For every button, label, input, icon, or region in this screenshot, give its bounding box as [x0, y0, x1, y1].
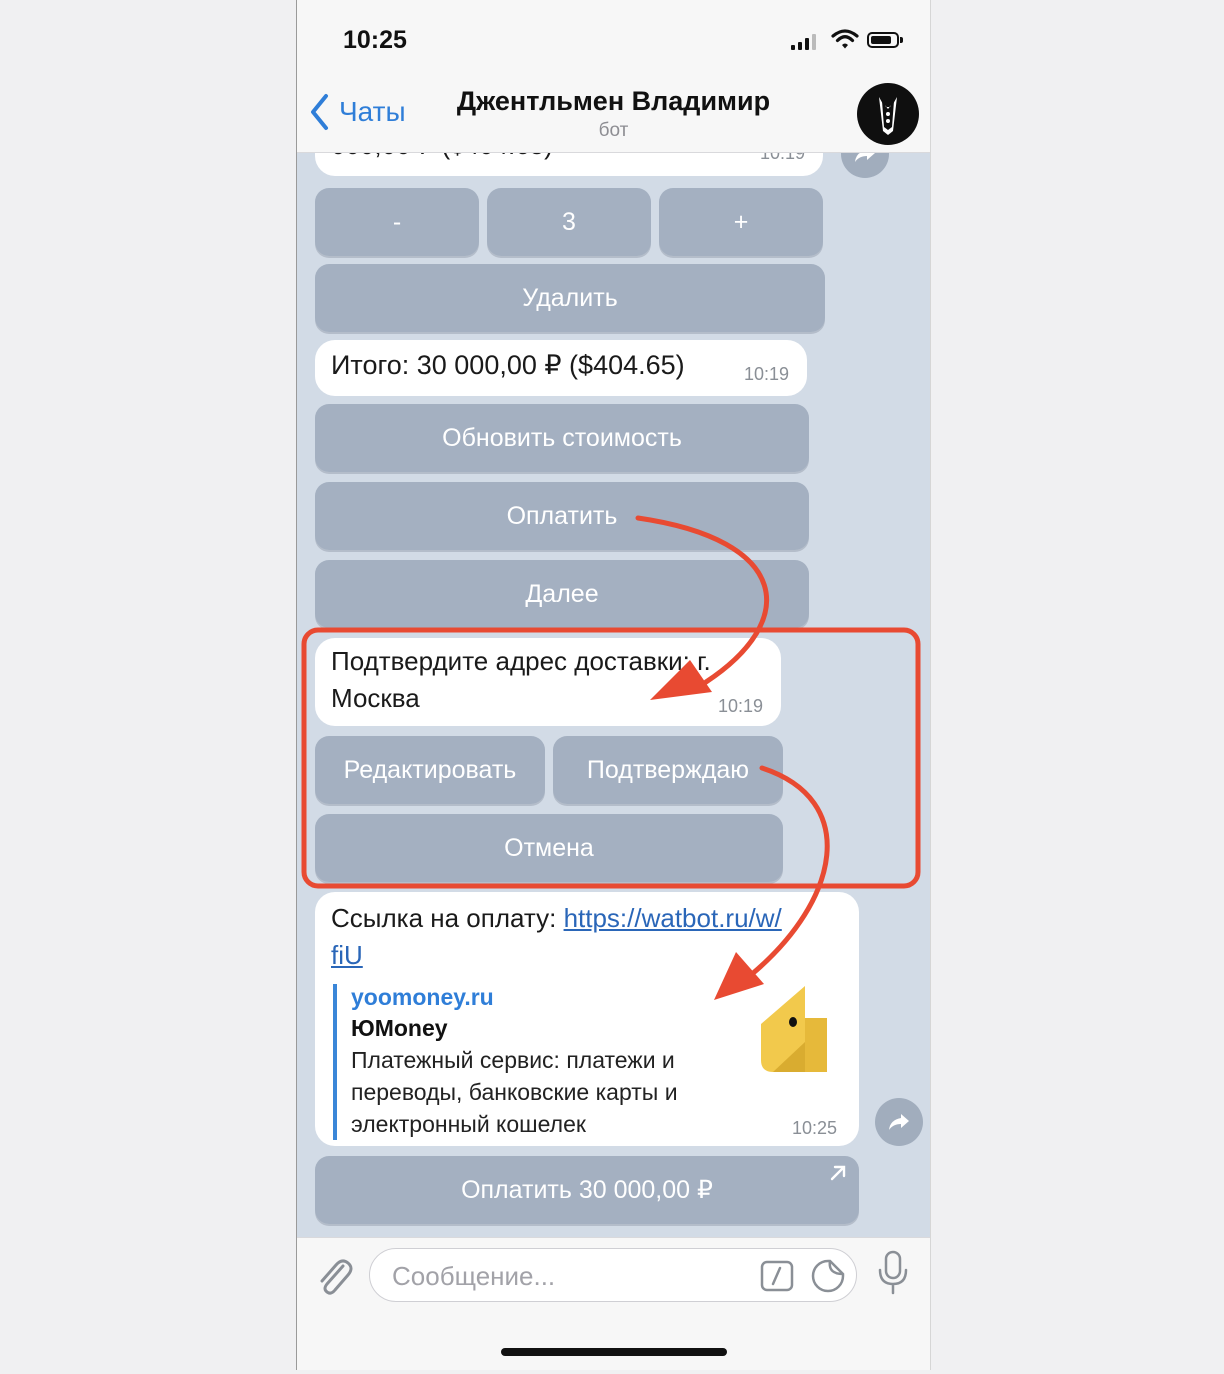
cancel-button[interactable]: Отмена — [315, 814, 783, 882]
payment-link[interactable]: https://watbot.ru/w/ — [564, 903, 782, 933]
pay-amount-label: Оплатить 30 000,00 ₽ — [461, 1176, 713, 1204]
message-time: 10:25 — [791, 1118, 837, 1138]
share-arrow-icon — [855, 152, 875, 162]
message-text-line2: Москва — [331, 683, 420, 713]
preview-desc-line: Платежный сервис: платежи и — [351, 1047, 675, 1073]
home-indicator — [501, 1348, 727, 1356]
preview-site: yoomoney.ru — [351, 984, 494, 1010]
message-input[interactable] — [390, 1257, 754, 1295]
preview-title: ЮMoney — [351, 1015, 448, 1041]
sticker-icon[interactable] — [810, 1258, 846, 1294]
preview-description: Платежный сервис: платежи и переводы, ба… — [351, 1044, 761, 1140]
chat-title[interactable]: Джентльмен Владимир — [297, 86, 930, 117]
pay-button[interactable]: Оплатить — [315, 482, 809, 550]
status-bar: 10:25 — [297, 0, 930, 78]
message-field[interactable] — [369, 1248, 857, 1302]
message-input-bar — [297, 1237, 930, 1370]
message-time: 10:19 — [717, 696, 763, 716]
message-time: 10:19 — [743, 364, 789, 384]
bot-avatar[interactable] — [857, 83, 919, 145]
yoomoney-wallet-icon — [761, 986, 827, 1072]
chat-area[interactable]: 000,00 ₽ ($404.65) 10:19 - 3 + Удалить И… — [297, 152, 930, 1237]
message-bubble-cut: 000,00 ₽ ($404.65) 10:19 — [315, 152, 823, 176]
share-button[interactable] — [875, 1098, 923, 1146]
microphone-icon[interactable] — [877, 1250, 909, 1296]
battery-icon — [867, 32, 903, 48]
total-message: Итого: 30 000,00 ₽ ($404.65) 10:19 — [315, 340, 807, 396]
message-text: Ссылка на оплату: https://watbot.ru/w/ f… — [331, 900, 851, 974]
bot-command-icon[interactable] — [760, 1260, 794, 1292]
preview-desc-line: электронный кошелек — [351, 1111, 586, 1137]
delete-button[interactable]: Удалить — [315, 264, 825, 332]
share-button[interactable] — [841, 152, 889, 178]
share-arrow-icon — [889, 1114, 909, 1130]
pay-amount-button[interactable]: Оплатить 30 000,00 ₽ — [315, 1156, 859, 1224]
quantity-button[interactable]: 3 — [487, 188, 651, 256]
link-preview[interactable]: yoomoney.ru ЮMoney Платежный сервис: пла… — [333, 984, 761, 1140]
status-time: 10:25 — [343, 26, 407, 54]
payment-link-continued[interactable]: fiU — [331, 940, 363, 970]
plus-button[interactable]: + — [659, 188, 823, 256]
phone-screen: 10:25 Чаты Джентльмен Владимир бот 10:19… — [296, 0, 931, 1370]
message-time: 10:19 — [759, 152, 805, 163]
address-message: Подтвердите адрес доставки: г. Москва 10… — [315, 638, 781, 726]
edit-address-button[interactable]: Редактировать — [315, 736, 545, 804]
minus-button[interactable]: - — [315, 188, 479, 256]
payment-link-message: Ссылка на оплату: https://watbot.ru/w/ f… — [315, 892, 859, 1146]
confirm-address-button[interactable]: Подтверждаю — [553, 736, 783, 804]
update-price-button[interactable]: Обновить стоимость — [315, 404, 809, 472]
message-text: 000,00 ₽ ($404.65) — [331, 152, 553, 161]
paperclip-icon[interactable] — [315, 1254, 353, 1296]
chat-header: Чаты Джентльмен Владимир бот — [297, 78, 930, 153]
tuxedo-logo-icon — [879, 97, 897, 135]
chat-subtitle: бот — [598, 120, 629, 141]
message-text: Итого: 30 000,00 ₽ ($404.65) — [331, 350, 685, 380]
message-text-line1: Подтвердите адрес доставки: г. — [331, 646, 711, 676]
payment-label: Ссылка на оплату: — [331, 903, 564, 933]
external-link-arrow-icon — [830, 1165, 846, 1181]
wifi-icon — [831, 29, 859, 49]
cellular-signal-icon — [791, 34, 821, 50]
next-button[interactable]: Далее — [315, 560, 809, 628]
preview-desc-line: переводы, банковские карты и — [351, 1079, 678, 1105]
